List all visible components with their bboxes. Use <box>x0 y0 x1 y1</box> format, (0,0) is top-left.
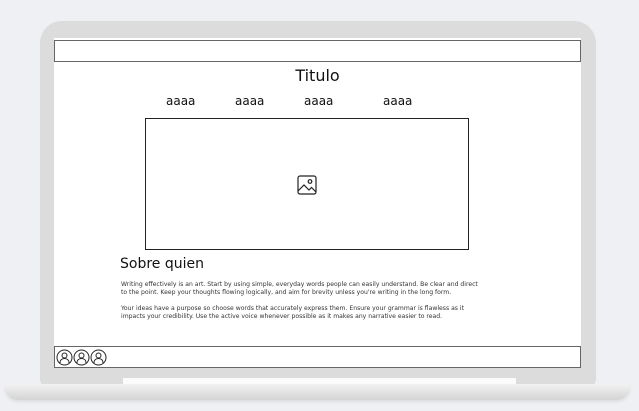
image-icon <box>297 175 317 195</box>
nav-link[interactable]: aaaa <box>304 94 333 108</box>
nav-link[interactable]: aaaa <box>383 94 412 108</box>
nav-link[interactable]: aaaa <box>166 94 195 108</box>
header-bar <box>54 40 581 62</box>
about-heading: Sobre quien <box>120 256 204 272</box>
user-icon[interactable] <box>56 349 73 366</box>
user-icon[interactable] <box>90 349 107 366</box>
nav-link[interactable]: aaaa <box>235 94 264 108</box>
page-title: Titulo <box>295 66 340 85</box>
footer-bar <box>54 346 581 368</box>
laptop-base <box>5 384 630 400</box>
user-icon[interactable] <box>73 349 90 366</box>
screen: Titulo aaaa aaaa aaaa aaaa Sobre quien W… <box>54 38 581 368</box>
image-placeholder <box>145 118 469 250</box>
about-paragraph: Your ideas have a purpose so choose word… <box>121 305 464 320</box>
about-paragraph: Writing effectively is an art. Start by … <box>121 281 478 296</box>
